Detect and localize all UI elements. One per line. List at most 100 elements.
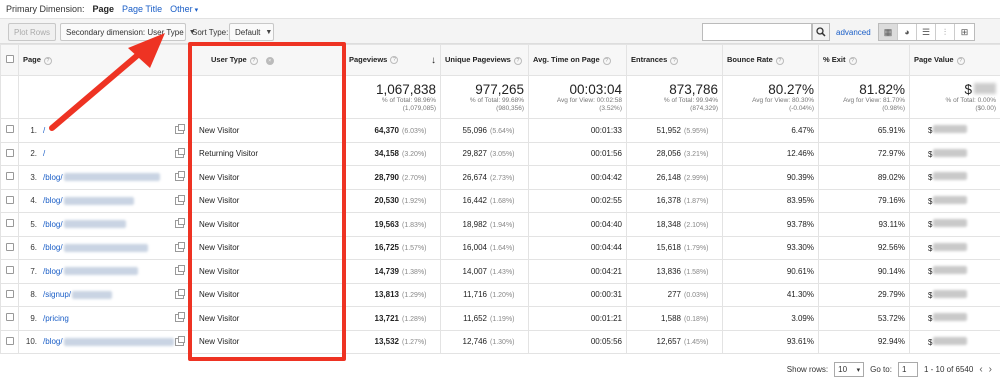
sort-type-dropdown[interactable]: Default ▼ [229, 23, 274, 41]
col-avg-time[interactable]: Avg. Time on Page? [528, 44, 627, 76]
col-bounce-rate[interactable]: Bounce Rate? [722, 44, 819, 76]
entrances-pct: (0.18%) [684, 315, 709, 323]
row-select-cell[interactable] [0, 306, 19, 331]
open-link-icon[interactable] [175, 288, 185, 299]
secondary-dimension-dropdown[interactable]: Secondary dimension: User Type ▼ [60, 23, 196, 41]
row-select-cell[interactable] [0, 188, 19, 213]
unique-cell: 14,007 (1.43%) [440, 259, 529, 284]
open-link-icon[interactable] [175, 171, 185, 182]
row-select-cell[interactable] [0, 141, 19, 166]
open-link-icon[interactable] [175, 147, 185, 158]
advanced-link[interactable]: advanced [836, 28, 871, 37]
unique-value: 12,746 [462, 337, 487, 347]
page-value-value: $ [928, 126, 933, 136]
col-unique-pageviews[interactable]: Unique Pageviews? [440, 44, 529, 76]
dimension-page[interactable]: Page [93, 4, 115, 14]
page-link[interactable]: /signup/ [43, 290, 71, 299]
row-checkbox[interactable] [5, 242, 14, 251]
page-link[interactable]: /blog/ [43, 337, 63, 346]
pageviews-value: 19,563 [374, 219, 399, 229]
row-select-cell[interactable] [0, 235, 19, 260]
row-checkbox[interactable] [5, 313, 14, 322]
pivot-icon[interactable]: ⊞ [955, 24, 974, 40]
col-entrances[interactable]: Entrances? [626, 44, 723, 76]
show-rows-select[interactable]: 10 ▾ [834, 362, 865, 377]
help-icon[interactable]: ? [390, 55, 399, 64]
col-page-value[interactable]: Page Value? [909, 44, 1000, 76]
row-checkbox[interactable] [5, 172, 14, 181]
redacted-path [63, 267, 138, 276]
prev-page-icon[interactable]: ‹ [979, 364, 982, 375]
row-checkbox[interactable] [5, 289, 14, 298]
page-link[interactable]: / [43, 126, 45, 135]
row-select-cell[interactable] [0, 282, 19, 307]
row-checkbox[interactable] [5, 336, 14, 345]
col-exit[interactable]: % Exit? [818, 44, 910, 76]
row-select-cell[interactable] [0, 329, 19, 354]
row-checkbox[interactable] [5, 125, 14, 134]
help-icon[interactable]: ? [602, 56, 611, 65]
help-icon[interactable]: ? [775, 56, 784, 65]
performance-icon[interactable]: ☰ [917, 24, 936, 40]
redacted-value [933, 313, 968, 322]
select-all-cell[interactable] [0, 44, 19, 76]
open-link-icon[interactable] [175, 218, 185, 229]
open-link-icon[interactable] [175, 335, 185, 346]
row-checkbox[interactable] [5, 266, 14, 275]
remove-dimension-icon[interactable]: × [265, 56, 274, 65]
next-page-icon[interactable]: › [989, 364, 992, 375]
help-icon[interactable]: ? [43, 56, 52, 65]
entrances-value: 15,618 [656, 243, 681, 253]
open-link-icon[interactable] [175, 124, 185, 135]
page-link[interactable]: /blog/ [43, 220, 63, 229]
row-select-cell[interactable] [0, 259, 19, 284]
comparison-icon[interactable]: ⫶ [936, 24, 955, 40]
help-icon[interactable]: ? [956, 56, 965, 65]
row-select-cell[interactable] [0, 212, 19, 237]
dimension-page-title[interactable]: Page Title [122, 4, 162, 14]
pie-icon[interactable]: ◕ [898, 24, 917, 40]
select-all-checkbox[interactable] [5, 55, 14, 63]
open-link-icon[interactable] [175, 265, 185, 276]
help-icon[interactable]: ? [670, 56, 679, 65]
unique-value: 14,007 [462, 266, 487, 276]
open-link-icon[interactable] [175, 312, 185, 323]
row-select-cell[interactable] [0, 118, 19, 143]
open-link-icon[interactable] [175, 241, 185, 252]
search-button[interactable] [812, 23, 830, 41]
chevron-down-icon: ▾ [194, 7, 199, 14]
exit-value: 90.14% [877, 266, 905, 276]
row-select-cell[interactable] [0, 165, 19, 190]
bounce-value: 6.47% [791, 125, 814, 135]
dimension-other[interactable]: Other ▾ [170, 4, 198, 14]
page-link[interactable]: /blog/ [43, 243, 63, 252]
page-link[interactable]: /blog/ [43, 267, 63, 276]
col-page[interactable]: Page? [18, 44, 189, 76]
open-link-icon[interactable] [175, 194, 185, 205]
page-link[interactable]: /blog/ [43, 173, 63, 182]
table-row: 4./blog/New Visitor 20,530 (1.92%) 16,442 (1… [0, 188, 1000, 213]
exit-cell: 92.94% [818, 329, 910, 354]
plot-rows-label: Plot Rows [14, 27, 51, 37]
unique-value: 11,652 [463, 313, 487, 323]
page-link[interactable]: /blog/ [43, 196, 63, 205]
goto-input[interactable]: 1 [897, 362, 918, 377]
row-checkbox[interactable] [5, 195, 14, 204]
entrances-pct: (2.99%) [684, 174, 709, 182]
col-pageviews[interactable]: Pageviews? ↓ [344, 44, 441, 76]
help-icon[interactable]: ? [249, 56, 258, 65]
col-user-type[interactable]: User Type? × [188, 44, 345, 76]
redacted-value [933, 336, 968, 345]
redacted-value [933, 148, 968, 157]
plot-rows-button[interactable]: Plot Rows [8, 23, 56, 41]
help-icon[interactable]: ? [513, 56, 522, 65]
page-link[interactable]: / [43, 149, 45, 158]
pageviews-cell: 13,721 (1.28%) [344, 306, 441, 331]
page-link[interactable]: /pricing [43, 314, 69, 323]
row-checkbox[interactable] [5, 148, 14, 157]
table-icon[interactable]: ▦ [879, 24, 898, 40]
row-checkbox[interactable] [5, 219, 14, 228]
col-unique-pageviews-label: Unique Pageviews [445, 55, 511, 65]
help-icon[interactable]: ? [848, 56, 857, 65]
search-input[interactable] [702, 23, 812, 41]
